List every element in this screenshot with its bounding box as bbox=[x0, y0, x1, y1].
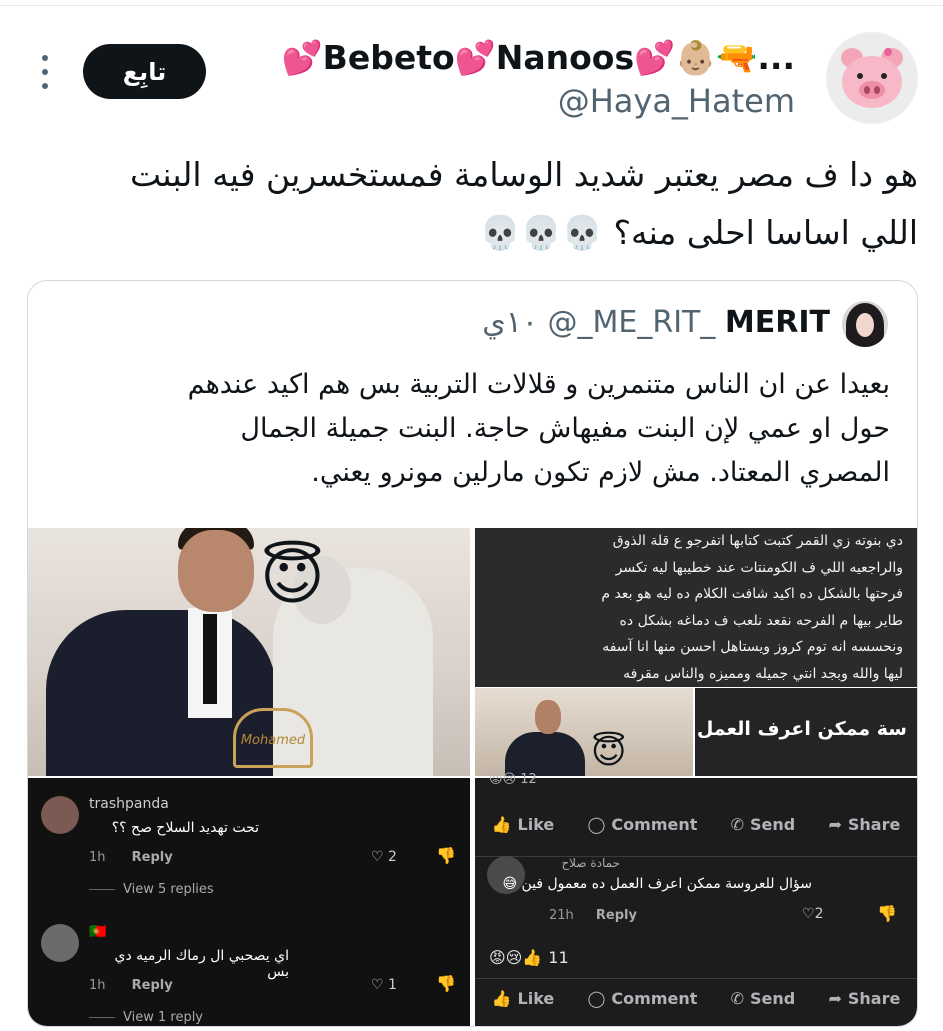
post-text-line: ونحسسه انه توم كروز ويستاهل احسن منها ان… bbox=[602, 639, 903, 655]
reaction-summary: 😡😢👍 11 bbox=[489, 948, 569, 967]
heart-icon: ♡ bbox=[371, 977, 384, 993]
groom-face bbox=[178, 530, 254, 612]
quote-text-line: بعيدا عن ان الناس متنمرين و قلالات الترب… bbox=[187, 369, 890, 400]
reaction-emojis-icon: 😡😢👍 bbox=[489, 948, 543, 967]
comment-text: اي يصحبي ال رماك الرميه دي بس bbox=[114, 948, 290, 980]
angel-emoji-icon: 😇 bbox=[591, 732, 627, 772]
author-name[interactable]: 💕Bebeto💕Nanoos💕👶🏼🔫... bbox=[282, 38, 795, 78]
name-sign: Mohamed bbox=[233, 708, 313, 768]
comment-time: 21h bbox=[549, 908, 574, 923]
like-count: 2 bbox=[814, 906, 824, 922]
thumbs-up-icon: 👍 bbox=[491, 814, 512, 834]
dislike-icon: 👎 bbox=[436, 974, 456, 993]
comment-text: سؤال للعروسة ممكن اعرف العمل ده معمول في… bbox=[502, 876, 812, 892]
comment-user: حمادة صلاح bbox=[561, 856, 620, 870]
facebook-screenshot[interactable]: 😡😢 12 👍 Like ◯ Comment ✆ Send ➦ Share حمادة … bbox=[475, 772, 917, 1026]
tweet-text-line: اللي اساسا احلى منه؟ 💀💀💀 bbox=[479, 213, 918, 252]
quoted-tweet[interactable]: ١٠ي @_ME_RIT_ MERIT بعيدا عن ان الناس مت… bbox=[27, 280, 918, 1027]
quote-handle[interactable]: @_ME_RIT_ bbox=[548, 305, 716, 340]
quote-text-line: حول او عمي لإن البنت مفيهاش حاجة. البنت … bbox=[240, 413, 890, 444]
comment-time: 1h bbox=[89, 850, 106, 865]
comment-label: Comment bbox=[611, 988, 698, 1008]
action-bar: 👍 Like ◯ Comment ✆ Send ➦ Share bbox=[475, 968, 917, 1026]
tweet-text-line: هو دا ف مصر يعتبر شديد الوسامة فمستخسرين… bbox=[130, 155, 918, 194]
quote-text: بعيدا عن ان الناس متنمرين و قلالات الترب… bbox=[50, 363, 890, 495]
tweet-text: هو دا ف مصر يعتبر شديد الوسامة فمستخسرين… bbox=[24, 146, 918, 262]
like-count: 1 bbox=[388, 977, 397, 993]
reply-link: Reply bbox=[595, 908, 637, 923]
comment-label: Comment bbox=[611, 814, 698, 834]
reply-link: Reply bbox=[131, 850, 173, 865]
pig-face-icon bbox=[841, 48, 903, 108]
quote-text-line: المصري المعتاد. مش لازم تكون مارلين مونر… bbox=[311, 457, 890, 488]
wedding-photo[interactable]: 😇 Mohamed bbox=[28, 528, 470, 776]
comment-item: حمادة صلاح سؤال للعروسة ممكن اعرف العمل … bbox=[487, 848, 912, 936]
share-icon: ➦ bbox=[828, 988, 842, 1008]
post-text: دي بنوته زي القمر كتبت كتابها اتفرجو ع ق… bbox=[473, 528, 903, 687]
send-icon: ✆ bbox=[730, 988, 745, 1008]
author-handle[interactable]: @Haya_Hatem bbox=[558, 82, 795, 120]
like-label: Like bbox=[517, 988, 555, 1008]
more-options-icon[interactable] bbox=[40, 55, 50, 89]
view-replies: View 5 replies bbox=[89, 882, 214, 897]
post-screenshot[interactable]: دي بنوته زي القمر كتبت كتابها اتفرجو ع ق… bbox=[475, 528, 917, 776]
post-text-line: والراجعيه اللي ف الكومنتات عند خطيبها لي… bbox=[615, 559, 903, 576]
share-label: Share bbox=[847, 988, 901, 1008]
like-count: 2 bbox=[388, 849, 397, 865]
quote-author-avatar[interactable] bbox=[842, 301, 888, 347]
send-label: Send bbox=[750, 814, 796, 834]
like-label: Like bbox=[517, 814, 555, 834]
comment-user: 🇵🇹 bbox=[89, 924, 107, 940]
post-text-line: طاير بيها م الفرحه نقعد نلعب ف دماغه بشك… bbox=[619, 612, 903, 629]
share-label: Share bbox=[847, 814, 901, 834]
action-bar: 👍 Like ◯ Comment ✆ Send ➦ Share bbox=[475, 794, 917, 854]
share-icon: ➦ bbox=[828, 814, 842, 834]
thumbs-up-icon: 👍 bbox=[491, 988, 512, 1008]
comment-user: trashpanda bbox=[89, 796, 169, 812]
quote-author-name[interactable]: MERIT bbox=[725, 305, 830, 340]
quote-time: ١٠ي bbox=[482, 305, 538, 340]
comment-text: تحت تهديد السلاح صح ؟؟ bbox=[111, 820, 259, 836]
dislike-icon: 👎 bbox=[877, 904, 897, 923]
follow-button[interactable]: تابِع bbox=[83, 44, 206, 99]
post-text-line: فرحتها بالشكل ده اكيد شافت الكلام ده ليه… bbox=[601, 586, 903, 602]
heart-icon: ♡ bbox=[802, 906, 815, 922]
top-divider bbox=[0, 5, 943, 6]
heart-icon: ♡ bbox=[371, 849, 384, 865]
quote-header: ١٠ي @_ME_RIT_ MERIT bbox=[482, 305, 830, 340]
post-text-line: دي بنوته زي القمر كتبت كتابها اتفرجو ع ق… bbox=[612, 533, 903, 549]
comment-icon: ◯ bbox=[587, 988, 606, 1008]
top-reactions: 😡😢 12 bbox=[489, 772, 537, 787]
author-avatar[interactable] bbox=[826, 32, 918, 124]
thumbnail-photo: 😇 bbox=[475, 688, 693, 776]
send-label: Send bbox=[750, 988, 796, 1008]
angel-emoji-icon: 😇 bbox=[260, 540, 325, 613]
avatar bbox=[41, 796, 79, 834]
dislike-icon: 👎 bbox=[436, 846, 456, 865]
view-replies: View 1 reply bbox=[89, 1010, 203, 1025]
comment-icon: ◯ bbox=[587, 814, 606, 834]
reply-link: Reply bbox=[131, 978, 173, 993]
avatar bbox=[41, 924, 79, 962]
comments-screenshot[interactable]: trashpanda تحت تهديد السلاح صح ؟؟ 1h Rep… bbox=[28, 778, 470, 1026]
post-text-line: ليها والله وبجد انتي جميله ومميزه والناس… bbox=[623, 665, 903, 682]
banner-text: سة ممكن اعرف العمل bbox=[695, 688, 917, 776]
send-icon: ✆ bbox=[730, 814, 745, 834]
comment-time: 1h bbox=[89, 978, 106, 993]
reaction-count: 11 bbox=[548, 948, 569, 967]
